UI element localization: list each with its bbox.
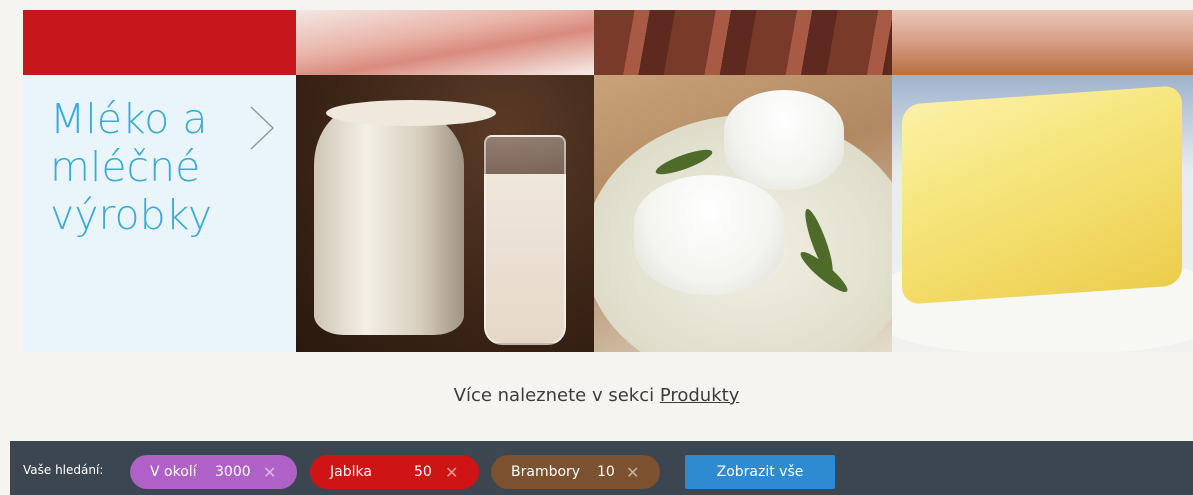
butter-image[interactable] (892, 75, 1193, 352)
close-icon[interactable]: ✕ (445, 463, 458, 482)
more-products-text: Více naleznete v sekci Produkty (0, 385, 1193, 406)
category-tile-dairy[interactable]: Mléko a mléčné výrobky (23, 75, 296, 352)
red-banner-tile (23, 10, 296, 75)
sausage-image[interactable] (594, 10, 892, 75)
chip-label: Jablka (330, 464, 372, 480)
chip-label: V okolí (150, 464, 197, 480)
category-title-line2: mléčné (50, 143, 201, 191)
search-chip-location[interactable]: V okolí 3000 ✕ (130, 455, 297, 489)
close-icon[interactable]: ✕ (263, 463, 276, 482)
cheese-wheel-shape (724, 90, 844, 190)
butter-block-shape (902, 85, 1182, 305)
cheese-wheel-shape (634, 175, 784, 295)
milk-jug-shape (314, 105, 464, 335)
search-bar: Vaše hledání: V okolí 3000 ✕ Jablka 50 ✕… (10, 441, 1193, 495)
more-prefix: Více naleznete v sekci (453, 385, 655, 406)
chip-value: 50 (414, 464, 432, 480)
search-label: Vaše hledání: (23, 463, 104, 477)
chip-label: Brambory (511, 464, 581, 480)
milk-jug-rim-shape (326, 100, 496, 126)
search-chip-potatoes[interactable]: Brambory 10 ✕ (491, 455, 660, 489)
bacon-image[interactable] (892, 10, 1193, 75)
ham-image[interactable] (296, 10, 594, 75)
category-title-line3: výrobky (50, 191, 213, 239)
product-grid: Mléko a mléčné výrobky (23, 10, 1193, 352)
cheese-image[interactable] (594, 75, 892, 352)
milk-glass-shape (484, 135, 566, 345)
category-title: Mléko a mléčné výrobky (50, 95, 250, 239)
chip-value: 3000 (215, 464, 251, 480)
chip-value: 10 (597, 464, 615, 480)
show-all-button[interactable]: Zobrazit vše (685, 455, 835, 489)
milk-image[interactable] (296, 75, 594, 352)
products-link[interactable]: Produkty (660, 385, 740, 406)
chevron-right-icon[interactable] (247, 103, 277, 153)
category-title-line1: Mléko a (50, 95, 208, 143)
close-icon[interactable]: ✕ (626, 463, 639, 482)
search-chip-apples[interactable]: Jablka 50 ✕ (310, 455, 479, 489)
